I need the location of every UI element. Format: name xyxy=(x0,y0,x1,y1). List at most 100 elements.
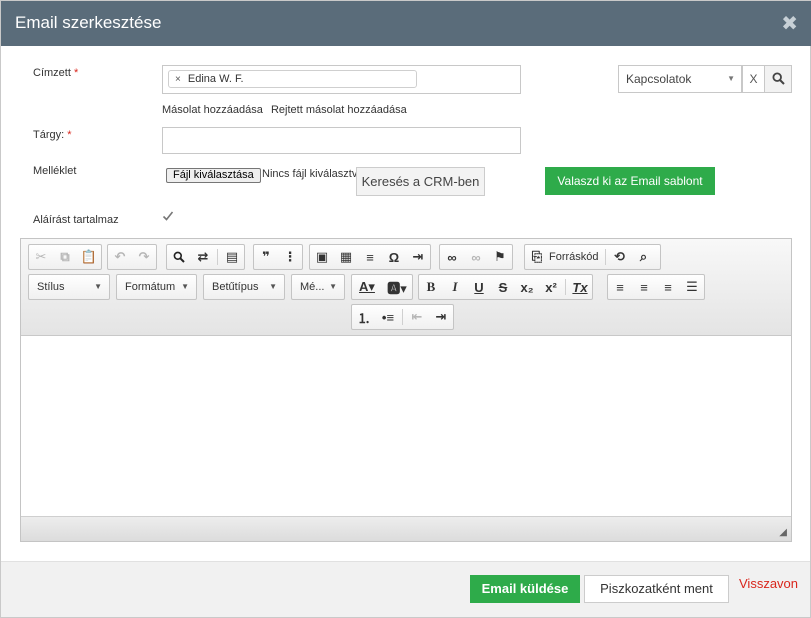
size-combo-value: Mé... xyxy=(300,281,325,293)
align-justify-icon[interactable]: ☰ xyxy=(680,275,704,299)
source-button-label[interactable]: Forráskód xyxy=(549,251,599,263)
editor-statusbar: ◢ xyxy=(21,516,791,541)
paste-icon[interactable]: 📋 xyxy=(77,245,101,269)
table-icon[interactable]: ▦ xyxy=(334,245,358,269)
font-combo[interactable]: Betűtípus ▼ xyxy=(203,274,285,300)
clipboard-group: ✂ ⧉ 📋 xyxy=(28,244,102,270)
contacts-select[interactable]: Kapcsolatok ▼ xyxy=(618,65,742,93)
special-char-icon[interactable]: Ω xyxy=(382,245,406,269)
background-color-icon[interactable]: 🅰▾ xyxy=(382,275,412,299)
redo-icon[interactable]: ↷ xyxy=(132,245,156,269)
signature-label: Aláírást tartalmaz xyxy=(33,214,119,226)
style-combo-value: Stílus xyxy=(37,281,65,293)
outdent-icon[interactable]: ⇤ xyxy=(405,305,429,329)
horizontal-line-icon[interactable]: ≡ xyxy=(358,245,382,269)
bulleted-list-icon[interactable]: •≡ xyxy=(376,305,400,329)
toolbar-separator xyxy=(604,249,606,265)
replace-icon[interactable]: ⇄ xyxy=(191,245,215,269)
div-container-icon[interactable]: ⋮ xyxy=(278,245,302,269)
image-icon[interactable]: ▣ xyxy=(310,245,334,269)
blockquote-icon[interactable]: ❞ xyxy=(254,245,278,269)
superscript-icon[interactable]: x² xyxy=(539,275,563,299)
rich-text-editor: ✂ ⧉ 📋 ↶ ↷ ⇄ ▤ ❞ ⋮ ▣ ▦ ≡ Ω ⇥ ∞ ∞ ⚑ ⎘ Forr… xyxy=(20,238,792,542)
unlink-icon[interactable]: ∞ xyxy=(464,245,488,269)
numbered-list-icon[interactable]: ⒈ xyxy=(352,305,376,329)
text-color-icon[interactable]: A▾ xyxy=(352,275,382,299)
add-bcc-link[interactable]: Rejtett másolat hozzáadása xyxy=(271,104,407,116)
cancel-link[interactable]: Visszavon xyxy=(739,576,798,591)
toolbar-separator xyxy=(565,279,566,295)
align-left-icon[interactable]: ≡ xyxy=(608,275,632,299)
page-break-icon[interactable]: ⇥ xyxy=(406,245,430,269)
chevron-down-icon: ▼ xyxy=(94,282,102,291)
subscript-icon[interactable]: x₂ xyxy=(515,275,539,299)
remove-format-icon[interactable]: Tx xyxy=(568,275,592,299)
remove-recipient-icon[interactable]: × xyxy=(175,74,181,85)
resize-grip-icon[interactable]: ◢ xyxy=(779,527,787,538)
style-combo[interactable]: Stílus ▼ xyxy=(28,274,110,300)
contacts-select-value: Kapcsolatok xyxy=(626,72,692,86)
link-icon[interactable]: ∞ xyxy=(440,245,464,269)
recipient-field[interactable]: × Edina W. F. xyxy=(162,65,521,94)
editor-toolbar: ✂ ⧉ 📋 ↶ ↷ ⇄ ▤ ❞ ⋮ ▣ ▦ ≡ Ω ⇥ ∞ ∞ ⚑ ⎘ Forr… xyxy=(21,239,791,336)
bold-icon[interactable]: B xyxy=(419,275,443,299)
search-button[interactable] xyxy=(764,65,792,93)
choose-file-button[interactable]: Fájl kiválasztása xyxy=(166,168,261,183)
insert-group-b: ▣ ▦ ≡ Ω ⇥ xyxy=(309,244,431,270)
chevron-down-icon: ▼ xyxy=(181,282,189,291)
strikethrough-icon[interactable]: S xyxy=(491,275,515,299)
source-icon[interactable]: ⎘ xyxy=(525,245,549,269)
clear-button[interactable]: X xyxy=(742,65,765,93)
recipient-name: Edina W. F. xyxy=(187,73,244,85)
format-combo-value: Formátum xyxy=(125,281,176,293)
dialog-title: Email szerkesztése xyxy=(15,13,162,32)
send-email-button[interactable]: Email küldése xyxy=(470,575,580,603)
add-cc-link[interactable]: Másolat hozzáadása xyxy=(162,104,263,116)
underline-icon[interactable]: U xyxy=(467,275,491,299)
color-group: A▾ 🅰▾ xyxy=(351,274,413,300)
chevron-down-icon: ▼ xyxy=(329,282,337,291)
toolbar-separator xyxy=(402,309,403,325)
checkmark-icon xyxy=(162,211,174,221)
required-marker: * xyxy=(73,67,79,79)
italic-icon[interactable]: I xyxy=(443,275,467,299)
copy-icon[interactable]: ⧉ xyxy=(53,245,77,269)
toolbar-separator xyxy=(217,249,218,265)
email-template-button[interactable]: Valaszd ki az Email sablont xyxy=(545,167,715,195)
align-right-icon[interactable]: ≡ xyxy=(656,275,680,299)
to-label-text: Címzett xyxy=(33,67,71,79)
save-draft-button[interactable]: Piszkozatként ment xyxy=(584,575,729,603)
format-combo[interactable]: Formátum ▼ xyxy=(116,274,197,300)
chevron-down-icon: ▼ xyxy=(727,74,735,83)
search-icon xyxy=(173,251,185,263)
history-group: ↶ ↷ xyxy=(107,244,157,270)
basic-styles-group: B I U S x₂ x² Tx xyxy=(418,274,593,300)
subject-label: Tárgy: * xyxy=(33,129,72,141)
anchor-flag-icon[interactable]: ⚑ xyxy=(488,245,512,269)
subject-label-text: Tárgy: xyxy=(33,129,65,141)
close-icon[interactable]: ✖ xyxy=(781,11,798,36)
alignment-group: ≡ ≡ ≡ ☰ xyxy=(607,274,705,300)
dialog-footer: Email küldése Piszkozatként ment Visszav… xyxy=(1,561,810,617)
select-all-icon[interactable]: ▤ xyxy=(220,245,244,269)
preview-icon[interactable]: ⌕ xyxy=(632,245,656,269)
editor-body[interactable] xyxy=(21,336,791,516)
document-group: ⎘ Forráskód ⟲ ⌕ xyxy=(524,244,661,270)
signature-checkbox[interactable] xyxy=(162,210,174,225)
subject-input[interactable] xyxy=(162,127,521,154)
find-icon[interactable] xyxy=(167,245,191,269)
templates-icon[interactable]: ⟲ xyxy=(608,245,632,269)
attachment-label: Melléklet xyxy=(33,165,77,177)
cut-icon[interactable]: ✂ xyxy=(29,245,53,269)
indent-icon[interactable]: ⇥ xyxy=(429,305,453,329)
chevron-down-icon: ▼ xyxy=(269,282,277,291)
dialog-titlebar: Email szerkesztése ✖ xyxy=(1,1,811,46)
size-combo[interactable]: Mé... ▼ xyxy=(291,274,345,300)
align-center-icon[interactable]: ≡ xyxy=(632,275,656,299)
recipient-tag: × Edina W. F. xyxy=(168,70,417,88)
required-marker: * xyxy=(67,129,72,141)
undo-icon[interactable]: ↶ xyxy=(108,245,132,269)
no-file-text: Nincs fájl kiválasztva xyxy=(262,168,358,180)
copy-links: Másolat hozzáadása Rejtett másolat hozzá… xyxy=(162,104,412,116)
crm-search-button[interactable]: Keresés a CRM-ben xyxy=(356,167,485,196)
